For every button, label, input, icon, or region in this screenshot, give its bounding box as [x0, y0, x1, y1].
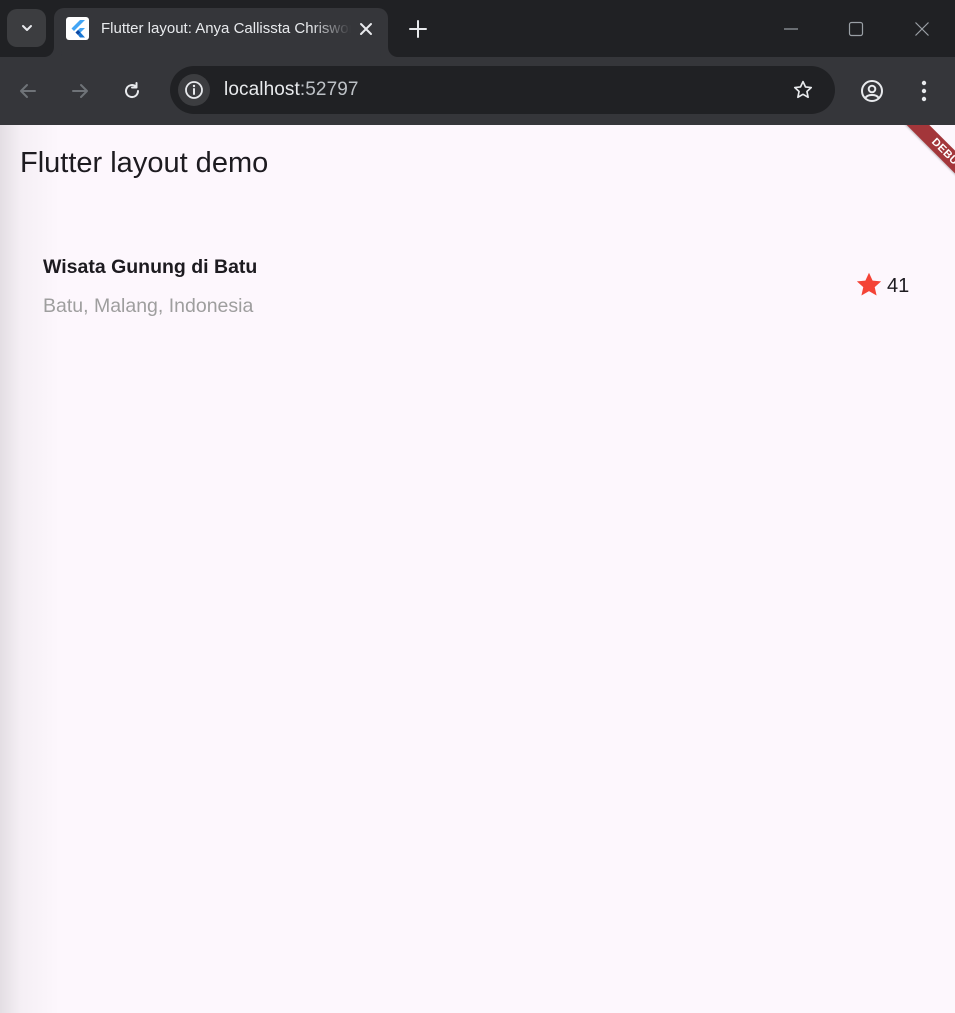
rating-count: 41 — [887, 275, 910, 297]
arrow-right-icon — [72, 84, 88, 98]
info-icon — [185, 81, 203, 99]
address-bar[interactable]: localhost:52797 — [170, 66, 835, 114]
page-title: Flutter layout demo — [20, 147, 269, 179]
plus-icon — [409, 20, 427, 38]
maximize-icon — [848, 21, 864, 37]
bookmark-button[interactable] — [791, 78, 815, 102]
debug-label: DEBUG — [896, 125, 955, 207]
reload-button[interactable] — [115, 74, 149, 108]
new-tab-button[interactable] — [403, 14, 433, 44]
close-icon — [360, 23, 372, 35]
site-info-button[interactable] — [178, 74, 210, 106]
tab-strip: Flutter layout: Anya Callissta Chrisworo — [0, 0, 955, 57]
url-port: :52797 — [299, 79, 359, 100]
star-icon — [856, 272, 882, 296]
app-viewport: Flutter layout demo Wisata Gunung di Bat… — [0, 125, 955, 1013]
browser-menu-button[interactable] — [907, 74, 941, 108]
arrow-left-icon — [20, 84, 36, 98]
close-window-button[interactable] — [907, 14, 937, 44]
browser-tab[interactable]: Flutter layout: Anya Callissta Chrisworo — [54, 8, 388, 57]
close-icon — [915, 22, 929, 36]
debug-banner: DEBUG — [873, 125, 955, 207]
back-button[interactable] — [11, 74, 45, 108]
browser-toolbar: localhost:52797 — [0, 57, 955, 125]
maximize-button[interactable] — [841, 14, 871, 44]
flutter-logo-icon — [66, 17, 89, 40]
reload-icon — [125, 82, 140, 99]
url-text[interactable]: localhost:52797 — [224, 79, 359, 101]
chevron-down-icon — [21, 25, 32, 31]
profile-icon — [861, 80, 883, 102]
minimize-button[interactable] — [776, 14, 806, 44]
url-host: localhost — [224, 79, 300, 100]
place-location: Batu, Malang, Indonesia — [43, 295, 254, 317]
tab-close-button[interactable] — [354, 17, 378, 41]
star-outline-icon — [793, 80, 813, 99]
minimize-icon — [784, 28, 798, 30]
tab-title: Flutter layout: Anya Callissta Chrisworo — [101, 20, 351, 37]
forward-button[interactable] — [63, 74, 97, 108]
place-title: Wisata Gunung di Batu — [43, 256, 258, 278]
more-vert-icon — [921, 80, 927, 102]
tab-search-button[interactable] — [7, 9, 46, 47]
profile-button[interactable] — [855, 74, 889, 108]
